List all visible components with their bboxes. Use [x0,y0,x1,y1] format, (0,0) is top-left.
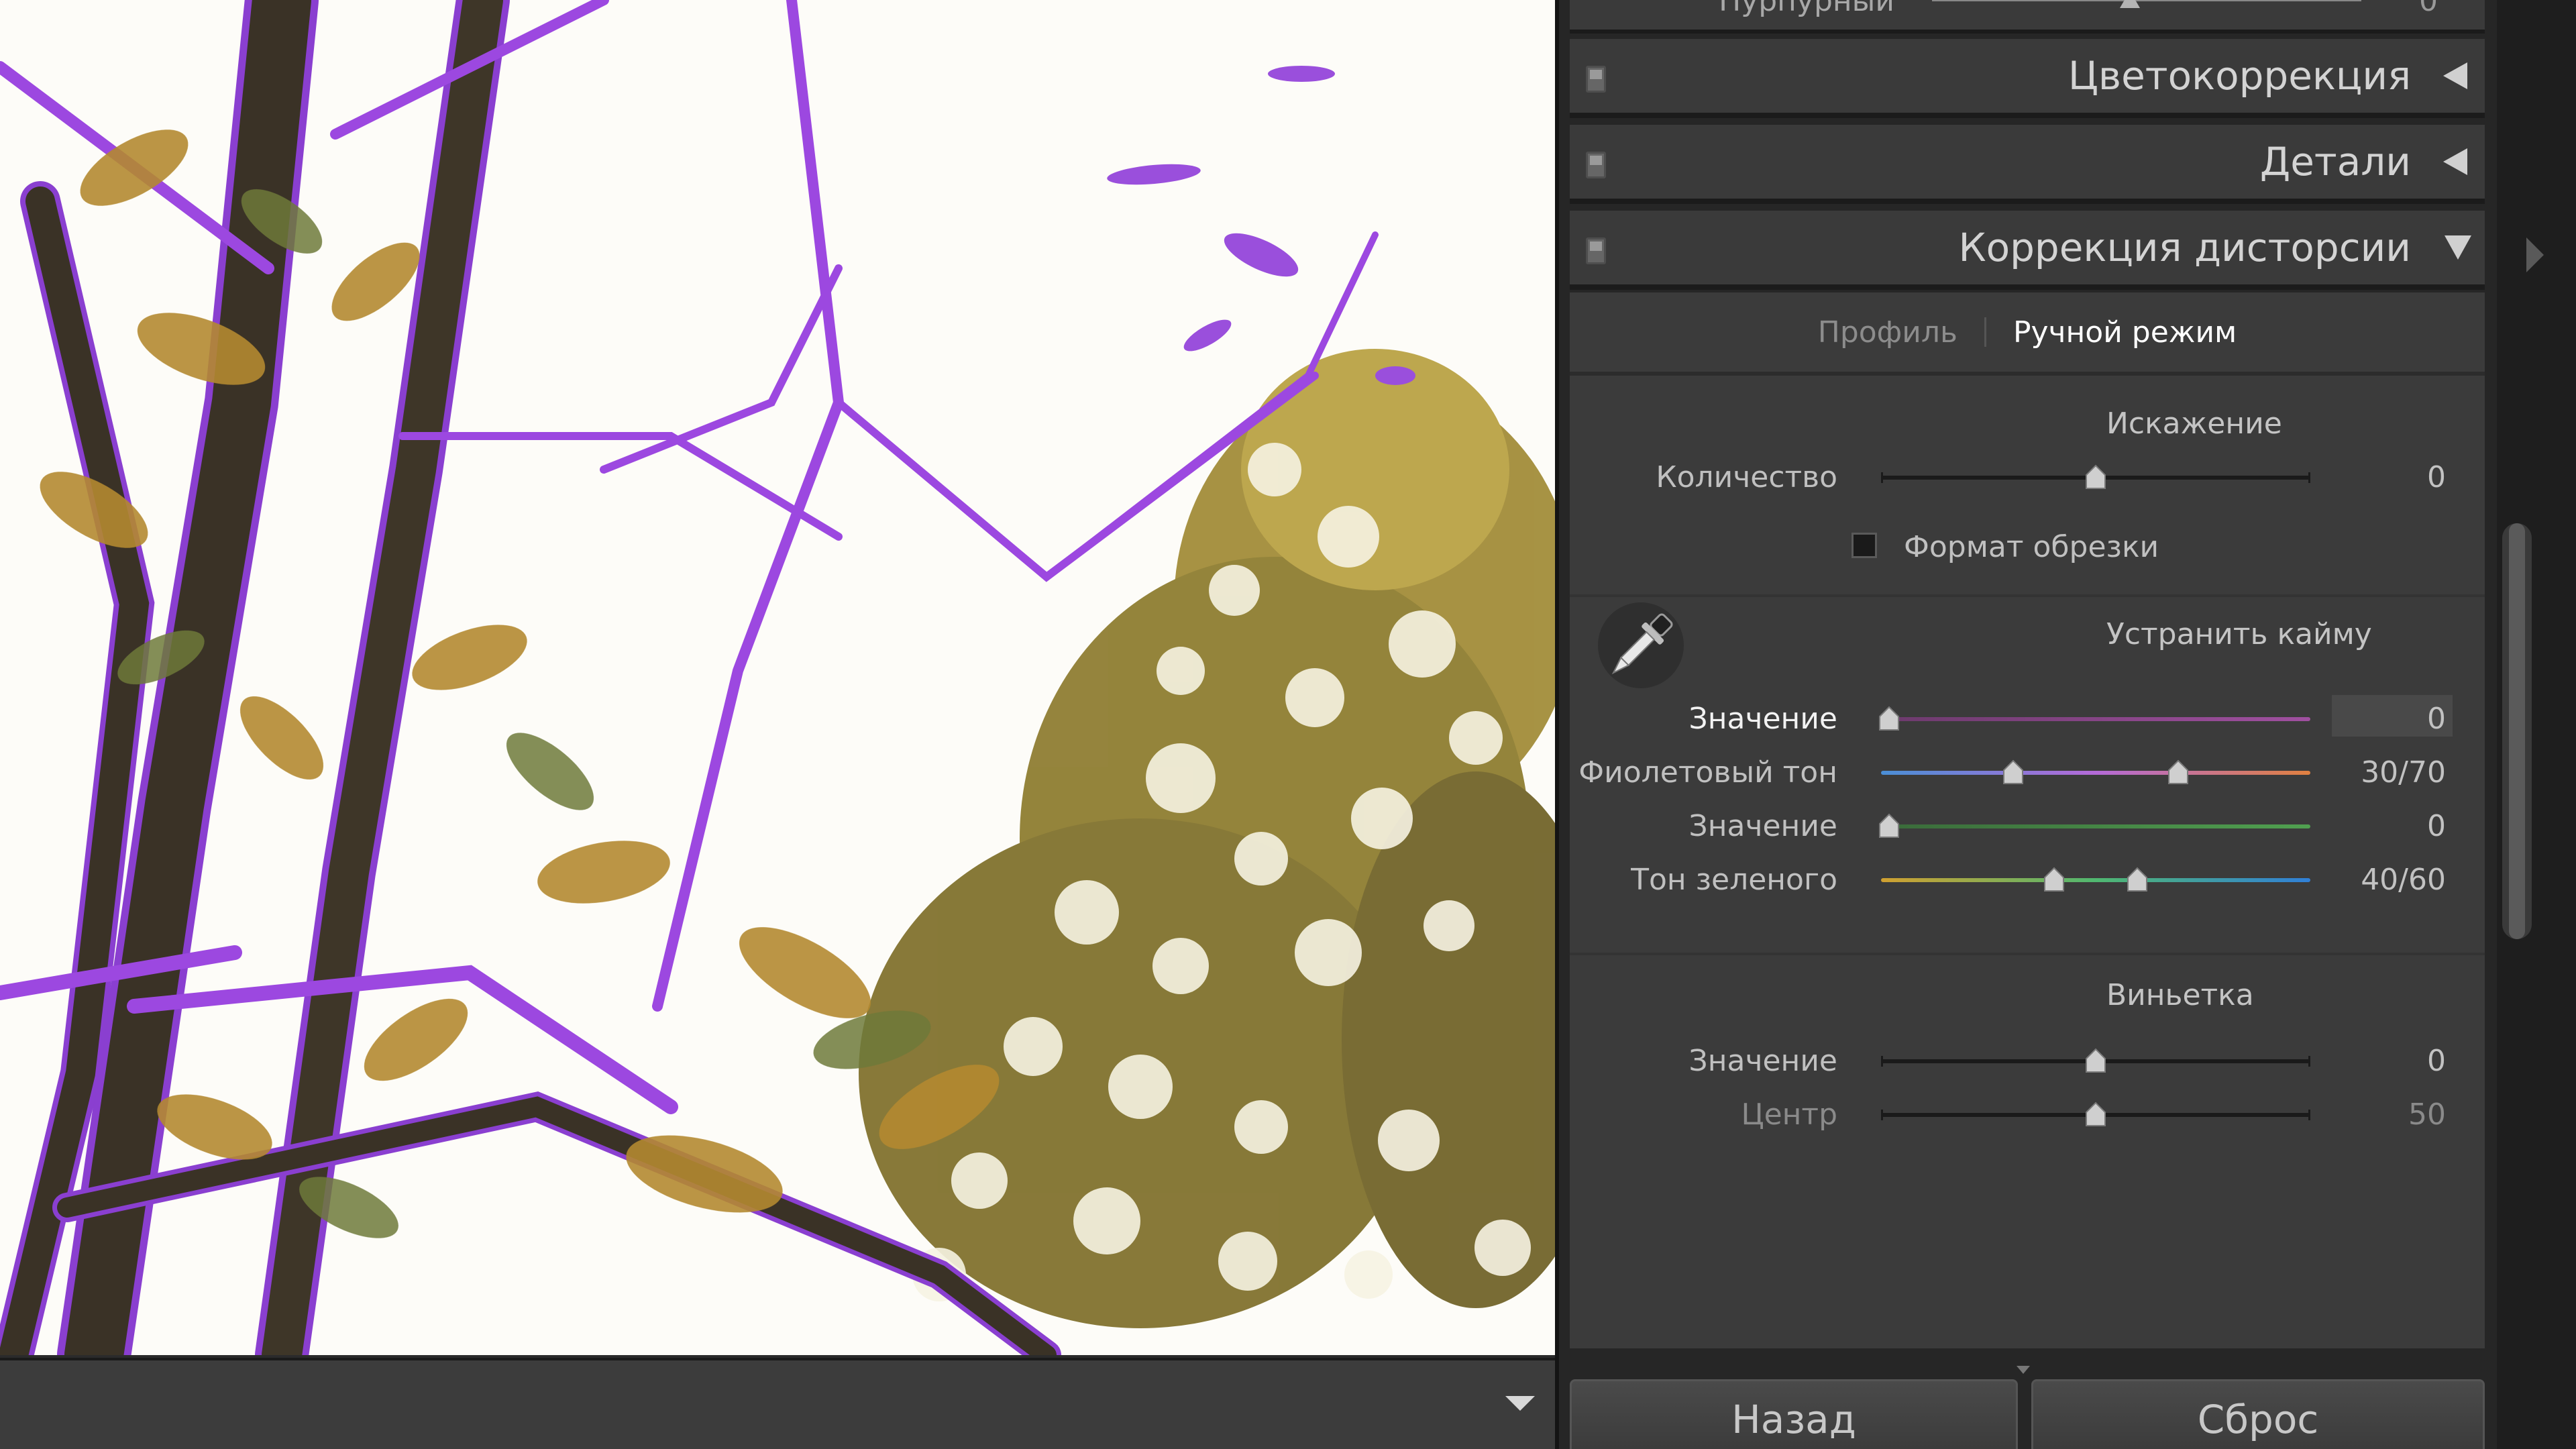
slider-label: Значение [1688,809,1837,843]
slider-value[interactable]: 50 [2408,1097,2446,1132]
slider-knob[interactable] [2084,1102,2108,1128]
previous-section-row: Пурпурный 0 [1570,0,2485,34]
slider-track[interactable] [1881,717,2310,721]
back-button[interactable]: Назад [1570,1379,2018,1449]
filmstrip-toggle-button[interactable] [1501,1390,1539,1417]
section-title: Цветокоррекция [2068,53,2411,99]
triangle-right-icon[interactable] [2526,237,2544,272]
right-panel-edge [2497,0,2576,1449]
crop-option-row: Формат обрезки [1570,523,2485,570]
tab-profile[interactable]: Профиль [1818,315,1957,350]
triangle-left-icon [2443,148,2467,175]
slider-track[interactable] [1881,771,2310,775]
slider-label: Значение [1688,1044,1837,1078]
section-header-distortion[interactable]: Коррекция дисторсии [1570,211,2485,290]
slider-label: Тон зеленого [1631,863,1837,897]
slider-label: Фиолетовый тон [1578,755,1837,790]
panel-end-marker [2017,1366,2030,1374]
slider-value[interactable]: 40/60 [2361,863,2446,897]
tab-manual[interactable]: Ручной режим [2013,315,2237,350]
crop-checkbox-label[interactable]: Формат обрезки [1904,530,2159,564]
slider-label: Количество [1656,460,1837,494]
slider-track[interactable] [1881,878,2310,882]
slider-knob[interactable] [1877,706,1901,733]
section-toggle-switch[interactable] [1586,66,1606,93]
slider-knob[interactable] [2084,1048,2108,1075]
previous-slider-value[interactable]: 0 [2419,0,2438,18]
slider-label: Центр [1741,1097,1837,1132]
slider-knob-high[interactable] [2166,759,2190,786]
slider-value[interactable]: 0 [2427,460,2446,494]
slider-value[interactable]: 0 [2427,1044,2446,1078]
photo-preview[interactable] [0,0,1555,1355]
group-divider [1570,594,2485,597]
triangle-left-icon [2443,62,2467,89]
section-header-detail[interactable]: Детали [1570,125,2485,204]
develop-panel: Пурпурный 0 Цветокоррекция Детали Коррек… [1559,0,2497,1449]
slider-value[interactable]: 0 [2427,702,2446,736]
group-title-distortion: Искажение [2106,407,2282,441]
scrollbar-thumb[interactable] [2509,523,2525,939]
slider-row-purple-amount: Значение 0 [1570,695,2485,742]
section-title: Детали [2259,139,2411,184]
slider-row-green-amount: Значение 0 [1570,802,2485,849]
slider-track[interactable] [1881,824,2310,828]
section-title: Коррекция дисторсии [1958,225,2411,270]
slider-value[interactable]: 0 [2427,809,2446,843]
panel-bottom-bar: Назад Сброс [1570,1352,2485,1449]
slider-knob[interactable] [2084,464,2108,491]
previous-slider-label: Пурпурный [1719,0,1894,18]
section-toggle-switch[interactable] [1586,237,1606,264]
slider-label: Значение [1688,702,1837,736]
slider-value[interactable]: 30/70 [2361,755,2446,790]
section-header-color[interactable]: Цветокоррекция [1570,39,2485,118]
previous-slider-knob[interactable] [2120,0,2140,8]
mode-tabs: Профиль Ручной режим [1570,292,2485,376]
crop-checkbox[interactable] [1851,533,1877,558]
slider-row-green-hue: Тон зеленого 40/60 [1570,856,2485,903]
slider-knob[interactable] [1877,813,1901,840]
previous-slider-track[interactable] [1932,0,2361,1]
slider-knob-high[interactable] [2125,867,2149,894]
slider-row-purple-hue: Фиолетовый тон 30/70 [1570,749,2485,796]
distortion-panel-body: Профиль Ручной режим Искажение Количеств… [1570,292,2485,1348]
group-divider [1570,953,2485,955]
triangle-down-icon [2445,235,2471,260]
slider-knob-low[interactable] [2001,759,2025,786]
slider-row-distortion-amount: Количество 0 [1570,453,2485,500]
filmstrip-bar [0,1358,1555,1449]
group-title-vignette: Виньетка [2106,978,2254,1012]
eyedropper-icon[interactable] [1594,598,1688,692]
slider-row-vignette-amount: Значение 0 [1570,1037,2485,1084]
reset-button[interactable]: Сброс [2031,1379,2485,1449]
photo-image [0,0,1555,1355]
group-title-defringe: Устранить кайму [2106,617,2372,651]
section-toggle-switch[interactable] [1586,152,1606,178]
slider-row-vignette-midpoint: Центр 50 [1570,1091,2485,1138]
triangle-down-icon [1505,1396,1535,1411]
slider-knob-low[interactable] [2042,867,2066,894]
panel-scrollbar[interactable] [2502,523,2532,939]
tab-separator [1984,317,1986,347]
